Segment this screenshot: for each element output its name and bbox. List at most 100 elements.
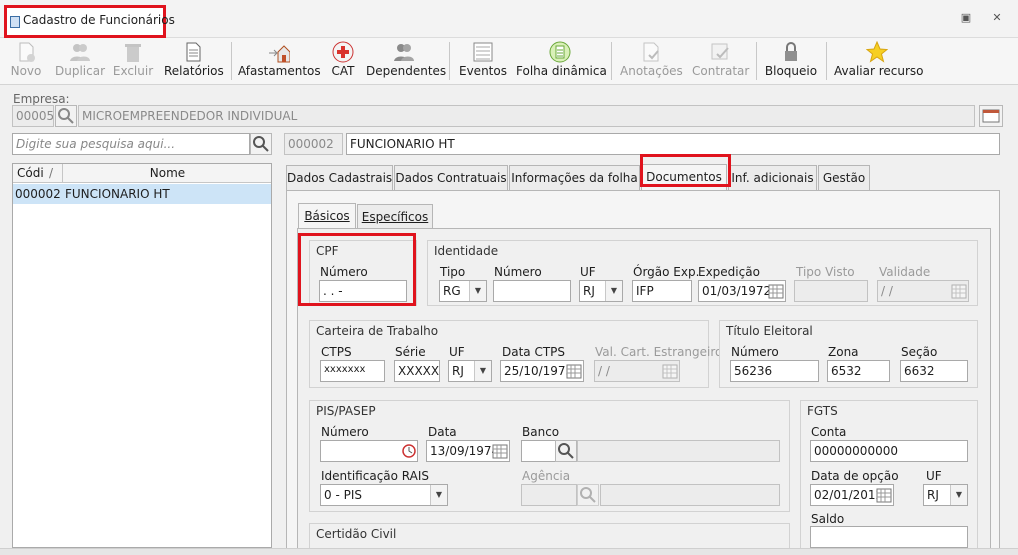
pis-data-label: Data bbox=[428, 425, 457, 439]
ctps-group: Carteira de Trabalho CTPS xxxxxxx Série … bbox=[309, 320, 722, 388]
app-icon bbox=[10, 16, 20, 28]
column-code-header[interactable]: Códi / bbox=[13, 164, 63, 183]
identidade-uf-select[interactable]: RJ ▼ bbox=[579, 280, 623, 302]
titulo-numero-field[interactable]: 56236 bbox=[730, 360, 819, 382]
restore-window-button[interactable]: ▣ bbox=[959, 12, 973, 24]
empresa-window-button[interactable] bbox=[979, 105, 1003, 127]
pis-rais-select[interactable]: 0 - PIS ▼ bbox=[320, 484, 448, 506]
identidade-expedicao-field[interactable]: 01/03/1972 bbox=[698, 280, 786, 302]
tab-informacoes-folha[interactable]: Informações da folha bbox=[509, 165, 640, 191]
calendar-icon[interactable] bbox=[565, 361, 583, 381]
fgts-opcao-label: Data de opção bbox=[811, 469, 899, 483]
history-icon[interactable] bbox=[399, 441, 417, 461]
tab-gestao[interactable]: Gestão bbox=[818, 165, 870, 191]
fgts-saldo-field[interactable] bbox=[810, 526, 968, 548]
chevron-down-icon: ▼ bbox=[950, 485, 967, 505]
pis-group-title: PIS/PASEP bbox=[316, 404, 376, 418]
empresa-code-field[interactable]: 00005 bbox=[12, 105, 54, 127]
pis-agencia-code-field[interactable] bbox=[521, 484, 577, 506]
empresa-search-button[interactable] bbox=[55, 105, 77, 127]
dependentes-button[interactable]: Dependentes bbox=[366, 38, 446, 84]
identidade-validade-label: Validade bbox=[879, 265, 931, 279]
titulo-secao-field[interactable]: 6632 bbox=[900, 360, 968, 382]
identidade-validade-field[interactable]: / / bbox=[877, 280, 969, 302]
ctps-val-label: Val. Cart. Estrangeiro bbox=[595, 345, 723, 359]
titulo-numero-label: Número bbox=[731, 345, 779, 359]
pis-banco-label: Banco bbox=[522, 425, 560, 439]
ctps-val-field[interactable]: / / bbox=[594, 360, 680, 382]
tab-dados-contratuais[interactable]: Dados Contratuais bbox=[394, 165, 508, 191]
search-input[interactable]: Digite sua pesquisa aqui... bbox=[12, 133, 250, 155]
calendar-icon[interactable] bbox=[950, 281, 968, 301]
pis-agencia-name-field[interactable] bbox=[600, 484, 780, 506]
search-icon bbox=[580, 487, 596, 503]
calendar-icon[interactable] bbox=[767, 281, 785, 301]
pis-banco-code-field[interactable] bbox=[521, 440, 556, 462]
anotacoes-button[interactable]: Anotações bbox=[620, 38, 683, 84]
fgts-conta-field[interactable]: 00000000000 bbox=[810, 440, 968, 462]
subtab-especificos[interactable]: Específicos bbox=[357, 204, 433, 230]
empresa-label: Empresa: bbox=[13, 92, 70, 106]
identidade-numero-label: Número bbox=[494, 265, 542, 279]
certidao-group-title: Certidão Civil bbox=[316, 527, 397, 541]
contratar-button[interactable]: Contratar bbox=[692, 38, 749, 84]
ctps-uf-select[interactable]: RJ ▼ bbox=[448, 360, 492, 382]
identidade-orgao-field[interactable]: IFP bbox=[632, 280, 692, 302]
excluir-button[interactable]: Excluir bbox=[112, 38, 154, 84]
calendar-icon[interactable] bbox=[491, 441, 509, 461]
identidade-tipo-visto-field[interactable] bbox=[794, 280, 868, 302]
pis-data-field[interactable]: 13/09/1974 bbox=[426, 440, 510, 462]
subtab-basicos[interactable]: Básicos bbox=[298, 203, 356, 230]
fgts-group-title: FGTS bbox=[807, 404, 838, 418]
tab-inf-adicionais[interactable]: Inf. adicionais bbox=[728, 165, 817, 191]
toolbar-separator bbox=[826, 42, 827, 80]
bottom-splitter[interactable] bbox=[0, 548, 1018, 555]
fgts-opcao-field[interactable]: 02/01/2012 bbox=[810, 484, 894, 506]
novo-button[interactable]: Novo bbox=[6, 38, 46, 84]
identidade-tipo-select[interactable]: RG ▼ bbox=[439, 280, 487, 302]
banco-search-button[interactable] bbox=[555, 440, 577, 462]
employee-code-field[interactable]: 000002 bbox=[284, 133, 343, 155]
duplicar-button[interactable]: Duplicar bbox=[54, 38, 106, 84]
list-header: Códi / Nome bbox=[13, 164, 271, 183]
pis-numero-field[interactable] bbox=[320, 440, 418, 462]
calendar-icon[interactable] bbox=[661, 361, 679, 381]
search-icon bbox=[58, 108, 74, 124]
pis-banco-name-field[interactable] bbox=[577, 440, 780, 462]
fgts-uf-label: UF bbox=[926, 469, 942, 483]
users-icon bbox=[70, 44, 90, 61]
relatorios-button[interactable]: Relatórios bbox=[164, 38, 224, 84]
avaliar-recurso-button[interactable]: Avaliar recurso bbox=[834, 38, 924, 84]
list-icon bbox=[473, 42, 493, 62]
pis-agencia-label: Agência bbox=[522, 469, 571, 483]
tab-dados-cadastrais[interactable]: Dados Cadastrais bbox=[286, 165, 393, 191]
identidade-numero-field[interactable] bbox=[493, 280, 571, 302]
ctps-serie-field[interactable]: XXXXX bbox=[394, 360, 440, 382]
row-code: 000002 bbox=[15, 187, 61, 201]
search-button[interactable] bbox=[250, 133, 272, 155]
table-row[interactable]: 000002 FUNCIONARIO HT bbox=[13, 184, 271, 204]
titulo-zona-field[interactable]: 6532 bbox=[827, 360, 890, 382]
medical-cross-icon bbox=[332, 41, 354, 63]
agencia-search-button[interactable] bbox=[577, 484, 599, 506]
chevron-down-icon: ▼ bbox=[605, 281, 622, 301]
ctps-group-title: Carteira de Trabalho bbox=[316, 324, 439, 338]
identidade-expedicao-label: Expedição bbox=[698, 265, 760, 279]
calendar-icon[interactable] bbox=[875, 485, 893, 505]
column-name-header[interactable]: Nome bbox=[64, 166, 271, 180]
identidade-uf-label: UF bbox=[580, 265, 596, 279]
employee-name-field[interactable]: FUNCIONARIO HT bbox=[346, 133, 1000, 155]
close-window-button[interactable]: ✕ bbox=[990, 12, 1004, 24]
window-title-box: Cadastro de Funcionários bbox=[4, 5, 175, 38]
identidade-group: Identidade Tipo RG ▼ Número UF RJ ▼ Órgão … bbox=[427, 240, 978, 306]
afastamentos-button[interactable]: Afastamentos bbox=[238, 38, 321, 84]
folha-dinamica-button[interactable]: Folha dinâmica bbox=[516, 38, 607, 84]
empresa-name-field[interactable]: MICROEMPREENDEDOR INDIVIDUAL bbox=[78, 105, 975, 127]
documentos-highlight bbox=[640, 154, 731, 187]
bloqueio-button[interactable]: Bloqueio bbox=[764, 38, 818, 84]
eventos-button[interactable]: Eventos bbox=[458, 38, 508, 84]
ctps-field[interactable]: xxxxxxx bbox=[320, 360, 385, 382]
cat-button[interactable]: CAT bbox=[326, 38, 360, 84]
ctps-data-field[interactable]: 25/10/1973 bbox=[500, 360, 584, 382]
fgts-uf-select[interactable]: RJ ▼ bbox=[923, 484, 968, 506]
